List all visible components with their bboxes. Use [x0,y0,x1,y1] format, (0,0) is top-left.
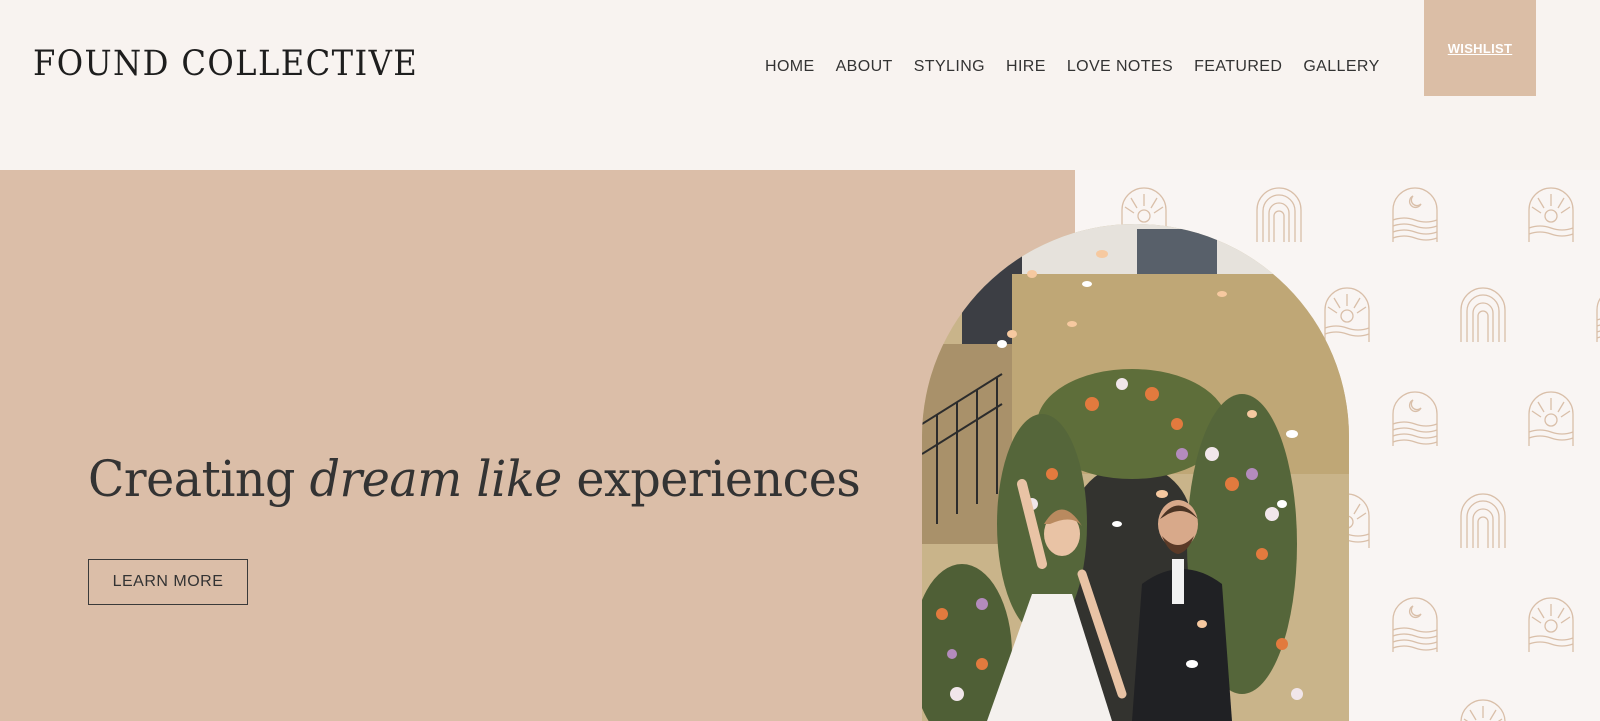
learn-more-button[interactable]: LEARN MORE [88,559,248,605]
nav-home[interactable]: HOME [765,58,815,76]
sun-arch-icon [1460,699,1506,721]
headline-end: experiences [561,450,861,508]
moon-arch-icon [1392,187,1438,243]
nav-gallery[interactable]: GALLERY [1303,58,1379,76]
hero-panel [0,170,1075,721]
sun-arch-icon [1528,187,1574,243]
door-arch-icon [1460,493,1506,549]
sun-arch-icon [1528,597,1574,653]
nav-featured[interactable]: FEATURED [1194,58,1282,76]
headline-italic: dream like [309,450,563,508]
hero-headline: Creating dream like experiences [88,450,861,508]
nav-love-notes[interactable]: LOVE NOTES [1067,58,1173,76]
door-arch-icon [1460,287,1506,343]
moon-arch-icon [1392,597,1438,653]
main-nav: HOME ABOUT STYLING HIRE LOVE NOTES FEATU… [765,58,1401,76]
nav-hire[interactable]: HIRE [1006,58,1046,76]
nav-about[interactable]: ABOUT [836,58,893,76]
sun-arch-icon [1528,391,1574,447]
photo-illustration [922,224,1349,721]
nav-styling[interactable]: STYLING [914,58,985,76]
sun-arch-icon [1324,287,1370,343]
moon-arch-icon [1392,391,1438,447]
wedding-couple-photo [922,224,1349,721]
site-logo[interactable]: FOUND COLLECTIVE [33,44,418,84]
wishlist-button[interactable]: WISHLIST [1424,0,1536,96]
wishlist-label: WISHLIST [1447,40,1513,56]
door-arch-icon [1256,187,1302,243]
site-header: FOUND COLLECTIVE HOME ABOUT STYLING HIRE… [0,0,1600,170]
headline-start: Creating [88,450,310,508]
